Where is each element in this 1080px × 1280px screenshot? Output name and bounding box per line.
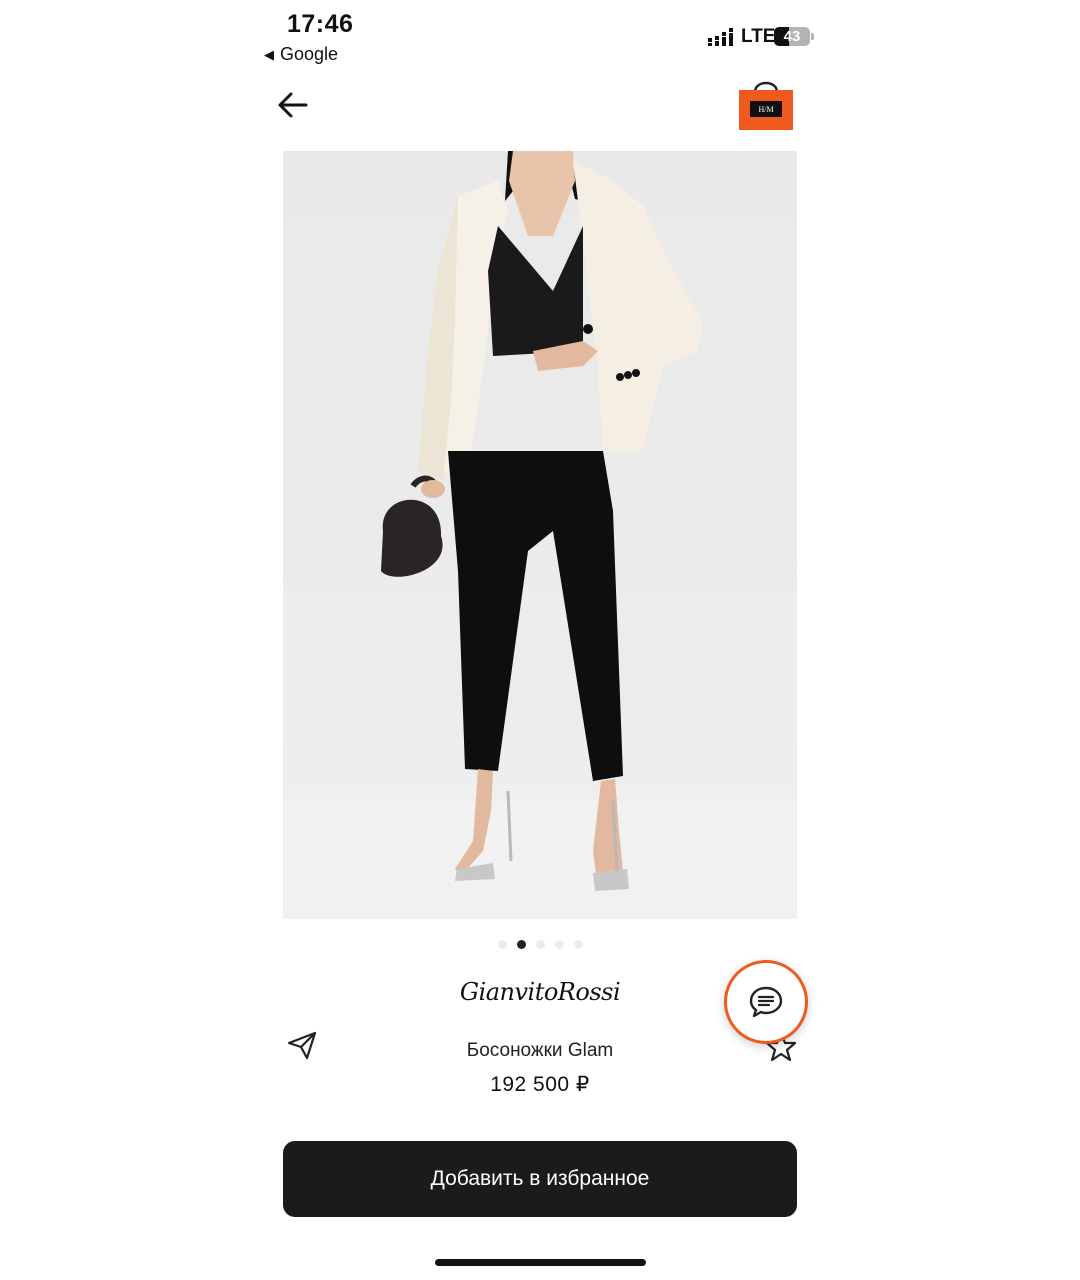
- cellular-signal-icon: [708, 28, 733, 46]
- product-price: 192 500 ₽: [490, 1073, 590, 1096]
- product-image[interactable]: [283, 151, 797, 919]
- carousel-dot-active[interactable]: [517, 940, 526, 949]
- carousel-dot[interactable]: [555, 940, 564, 949]
- battery-level: 43: [783, 28, 801, 45]
- shopping-bag-icon[interactable]: H/M: [738, 76, 794, 132]
- arrow-left-icon[interactable]: [276, 88, 310, 122]
- home-indicator[interactable]: [435, 1259, 646, 1266]
- product-name: Босоножки Glam: [466, 1040, 614, 1061]
- bag-logo-text: H/M: [758, 105, 773, 114]
- battery-tip: [811, 33, 814, 40]
- brand-logo[interactable]: GianvitoRossi: [440, 978, 640, 1006]
- chat-bubble-icon: [749, 986, 783, 1018]
- status-time: 17:46: [287, 10, 354, 38]
- chat-button[interactable]: [724, 960, 808, 1044]
- back-to-app-link[interactable]: ◀ Google: [264, 44, 338, 65]
- network-type: LTE: [741, 26, 776, 47]
- add-to-favorites-button[interactable]: Добавить в избранное: [283, 1141, 797, 1217]
- paper-plane-icon[interactable]: [285, 1028, 319, 1062]
- carousel-pagination: [498, 940, 583, 949]
- carousel-dot[interactable]: [574, 940, 583, 949]
- product-photo-illustration: [283, 151, 797, 919]
- back-triangle-icon: ◀: [264, 46, 274, 62]
- battery-icon: 43: [774, 27, 810, 46]
- status-bar: 17:46 ◀ Google LTE 43: [0, 0, 1080, 72]
- carousel-dot[interactable]: [536, 940, 545, 949]
- carousel-dot[interactable]: [498, 940, 507, 949]
- back-app-label: Google: [280, 44, 339, 64]
